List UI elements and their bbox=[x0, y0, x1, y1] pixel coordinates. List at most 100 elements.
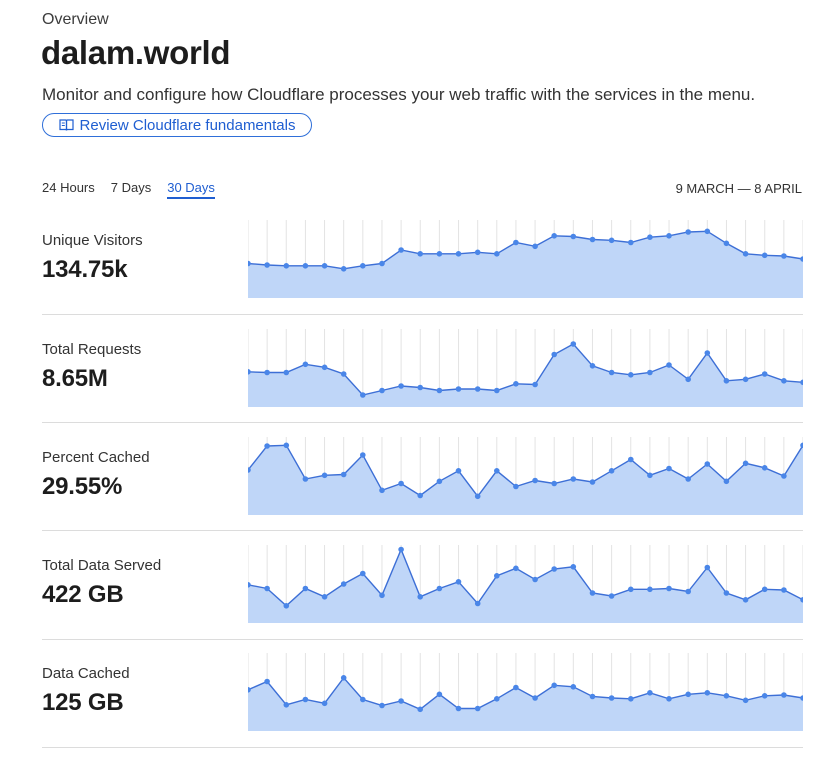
data-point bbox=[398, 247, 404, 253]
data-point bbox=[494, 468, 500, 474]
data-point bbox=[742, 597, 749, 603]
data-point bbox=[474, 705, 481, 712]
data-point bbox=[589, 236, 596, 243]
page-description: Monitor and configure how Cloudflare pro… bbox=[42, 85, 756, 104]
review-fundamentals-button[interactable]: Review Cloudflare fundamentals bbox=[42, 113, 312, 137]
data-point bbox=[551, 480, 557, 487]
metric-row-total-data-served: Total Data Served 422 GB bbox=[42, 545, 803, 653]
data-point bbox=[360, 696, 366, 703]
data-point bbox=[417, 706, 423, 713]
data-point bbox=[723, 478, 730, 485]
data-point bbox=[379, 592, 385, 599]
metric-label: Total Requests bbox=[42, 341, 142, 358]
data-point bbox=[494, 387, 500, 394]
data-point bbox=[608, 695, 615, 701]
metric-row-unique-visitors: Unique Visitors 134.75k bbox=[42, 220, 803, 328]
data-point bbox=[647, 369, 653, 376]
metric-value: 422 GB bbox=[42, 581, 124, 608]
data-point bbox=[417, 492, 423, 499]
percent-cached-sparkline[interactable] bbox=[248, 437, 803, 523]
row-divider bbox=[42, 314, 803, 315]
metric-label: Data Cached bbox=[42, 665, 130, 682]
data-point bbox=[723, 693, 730, 699]
data-point bbox=[398, 698, 404, 704]
data-point bbox=[704, 350, 711, 356]
row-divider bbox=[42, 639, 803, 640]
data-point bbox=[455, 251, 462, 257]
data-point bbox=[455, 579, 462, 585]
data-point bbox=[666, 696, 672, 702]
overview-page: Overview dalam.world Monitor and configu… bbox=[0, 0, 815, 750]
data-point bbox=[685, 691, 691, 698]
data-point bbox=[321, 700, 328, 707]
data-point bbox=[761, 252, 768, 259]
data-point bbox=[417, 251, 423, 257]
data-point bbox=[360, 392, 366, 398]
data-point bbox=[742, 460, 749, 467]
data-point bbox=[513, 239, 519, 246]
data-point bbox=[589, 693, 596, 700]
data-point bbox=[302, 585, 309, 592]
tab-30-days[interactable]: 30 Days bbox=[167, 180, 215, 199]
data-point bbox=[647, 472, 653, 479]
data-point bbox=[398, 546, 404, 553]
series-area bbox=[248, 445, 803, 515]
data-point bbox=[628, 456, 634, 463]
data-point bbox=[781, 473, 787, 479]
tab-7-days[interactable]: 7 Days bbox=[111, 180, 151, 199]
series-area bbox=[248, 231, 803, 298]
data-point bbox=[283, 442, 290, 449]
data-point bbox=[704, 228, 711, 235]
time-range-tabs: 24 Hours 7 Days 30 Days bbox=[42, 180, 215, 199]
data-point bbox=[647, 690, 653, 696]
data-point bbox=[340, 471, 347, 478]
data-point bbox=[264, 369, 270, 376]
data-point bbox=[781, 253, 787, 259]
data-point bbox=[570, 233, 577, 240]
data-point bbox=[379, 260, 385, 267]
total-requests-sparkline[interactable] bbox=[248, 329, 803, 415]
total-data-served-sparkline[interactable] bbox=[248, 545, 803, 631]
data-point bbox=[379, 487, 385, 494]
unique-visitors-sparkline[interactable] bbox=[248, 220, 803, 306]
data-point bbox=[455, 468, 462, 474]
data-point bbox=[570, 684, 577, 690]
data-point bbox=[628, 696, 634, 702]
data-point bbox=[264, 262, 270, 268]
data-point bbox=[264, 678, 270, 685]
data-point bbox=[723, 240, 730, 247]
tab-24-hours[interactable]: 24 Hours bbox=[42, 180, 95, 199]
data-point bbox=[283, 603, 290, 609]
data-point bbox=[551, 566, 557, 572]
data-point bbox=[436, 387, 443, 394]
data-point bbox=[761, 693, 768, 699]
data-point bbox=[704, 564, 711, 571]
row-divider bbox=[42, 422, 803, 423]
data-point bbox=[283, 369, 290, 376]
data-point bbox=[685, 229, 691, 235]
data-cached-sparkline[interactable] bbox=[248, 653, 803, 739]
data-point bbox=[455, 705, 462, 712]
data-point bbox=[513, 684, 519, 691]
data-point bbox=[666, 233, 672, 239]
data-point bbox=[436, 585, 443, 592]
data-point bbox=[742, 697, 749, 704]
data-point bbox=[360, 452, 366, 458]
data-point bbox=[761, 465, 768, 471]
data-point bbox=[302, 263, 309, 269]
data-point bbox=[532, 695, 538, 701]
data-point bbox=[761, 586, 768, 593]
metric-row-percent-cached: Percent Cached 29.55% bbox=[42, 437, 803, 545]
data-point bbox=[666, 362, 672, 368]
metric-value: 29.55% bbox=[42, 473, 123, 500]
data-point bbox=[532, 381, 538, 388]
data-point bbox=[628, 372, 634, 378]
data-point bbox=[551, 351, 557, 358]
page-title: dalam.world bbox=[41, 34, 231, 71]
book-icon bbox=[58, 118, 74, 132]
data-point bbox=[340, 581, 347, 587]
data-point bbox=[589, 479, 596, 485]
data-point bbox=[436, 251, 443, 257]
data-point bbox=[742, 376, 749, 383]
metric-label: Percent Cached bbox=[42, 449, 150, 466]
